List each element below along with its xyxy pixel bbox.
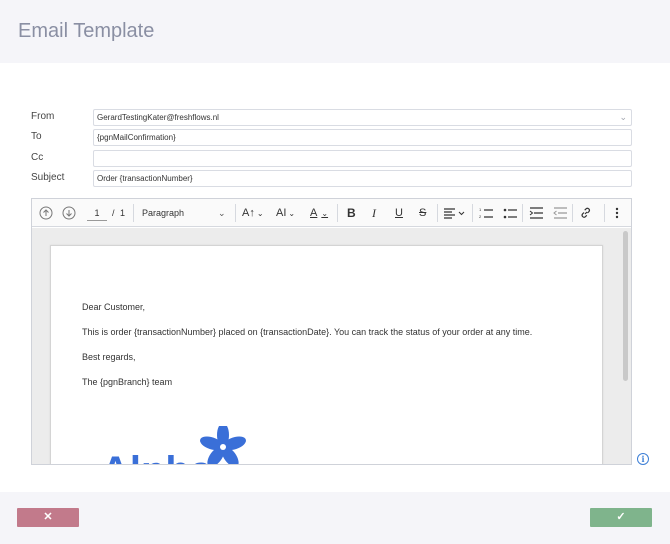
confirm-button[interactable]: ✓: [590, 508, 652, 527]
document-page[interactable]: Dear Customer, This is order {transactio…: [50, 245, 603, 464]
bold-icon[interactable]: B: [347, 205, 356, 221]
toolbar-divider: [472, 204, 473, 222]
dialog-footer: ✕ ✓: [0, 492, 670, 544]
page-separator: /: [112, 208, 115, 218]
font-family-icon[interactable]: AI ⌄: [276, 205, 295, 221]
chevron-down-icon[interactable]: ⌄: [619, 112, 627, 123]
paragraph-style-dropdown[interactable]: Paragraph: [142, 205, 184, 221]
font-color-icon[interactable]: A ⌄: [310, 205, 328, 221]
dialog-header: Email Template: [0, 0, 670, 63]
link-icon[interactable]: [579, 205, 593, 221]
page-number-input[interactable]: 1: [87, 205, 107, 221]
cancel-button[interactable]: ✕: [17, 508, 79, 527]
to-label: To: [31, 131, 42, 142]
from-select[interactable]: GerardTestingKater@freshflows.nl ⌄: [93, 109, 632, 126]
to-field[interactable]: {pgnMailConfirmation}: [93, 129, 632, 146]
from-label: From: [31, 111, 55, 122]
editor-scrollbar[interactable]: [623, 231, 628, 381]
signature-line: The {pgnBranch} team: [82, 377, 173, 387]
toolbar-divider: [337, 204, 338, 222]
subject-field[interactable]: Order {transactionNumber}: [93, 170, 632, 187]
chevron-down-icon[interactable]: ⌄: [218, 205, 226, 221]
closing-line: Best regards,: [82, 352, 136, 362]
to-row: To {pgnMailConfirmation}: [31, 129, 632, 146]
rich-text-editor: 1 / 1 Paragraph ⌄ A↑ ⌄ AI ⌄ A ⌄ B I U S 12 …: [31, 198, 632, 465]
cc-field[interactable]: [93, 150, 632, 167]
subject-row: Subject Order {transactionNumber}: [31, 170, 632, 187]
page-total: 1: [120, 208, 126, 218]
svg-text:2: 2: [479, 214, 482, 219]
logo-text: Alpha: [101, 449, 213, 464]
toolbar-divider: [437, 204, 438, 222]
company-logo: Alpha: [101, 426, 246, 464]
align-icon[interactable]: [443, 205, 467, 221]
strikethrough-icon[interactable]: S: [419, 205, 426, 221]
document-canvas: Dear Customer, This is order {transactio…: [32, 228, 631, 464]
toolbar-divider: [235, 204, 236, 222]
toolbar-divider: [133, 204, 134, 222]
italic-icon[interactable]: I: [372, 205, 376, 221]
svg-text:1: 1: [479, 207, 482, 212]
cc-row: Cc: [31, 150, 632, 167]
font-size-icon[interactable]: A↑ ⌄: [242, 205, 264, 221]
indent-icon[interactable]: [529, 205, 543, 221]
toolbar-divider: [604, 204, 605, 222]
bullet-list-icon[interactable]: [503, 205, 517, 221]
info-icon[interactable]: i: [637, 453, 649, 465]
editor-toolbar: 1 / 1 Paragraph ⌄ A↑ ⌄ AI ⌄ A ⌄ B I U S 12: [32, 199, 631, 227]
toolbar-divider: [572, 204, 573, 222]
cc-label: Cc: [31, 152, 44, 163]
previous-page-icon[interactable]: [39, 205, 53, 221]
toolbar-divider: [522, 204, 523, 222]
from-value: GerardTestingKater@freshflows.nl: [97, 113, 219, 122]
outdent-icon[interactable]: [553, 205, 567, 221]
more-options-icon[interactable]: [614, 205, 620, 221]
body-line: This is order {transactionNumber} placed…: [82, 327, 533, 337]
dialog-title: Email Template: [18, 20, 155, 42]
from-row: From GerardTestingKater@freshflows.nl ⌄: [31, 109, 632, 126]
greeting-line: Dear Customer,: [82, 302, 146, 312]
numbered-list-icon[interactable]: 12: [479, 205, 493, 221]
next-page-icon[interactable]: [62, 205, 76, 221]
underline-icon[interactable]: U: [395, 205, 403, 221]
subject-label: Subject: [31, 172, 65, 183]
